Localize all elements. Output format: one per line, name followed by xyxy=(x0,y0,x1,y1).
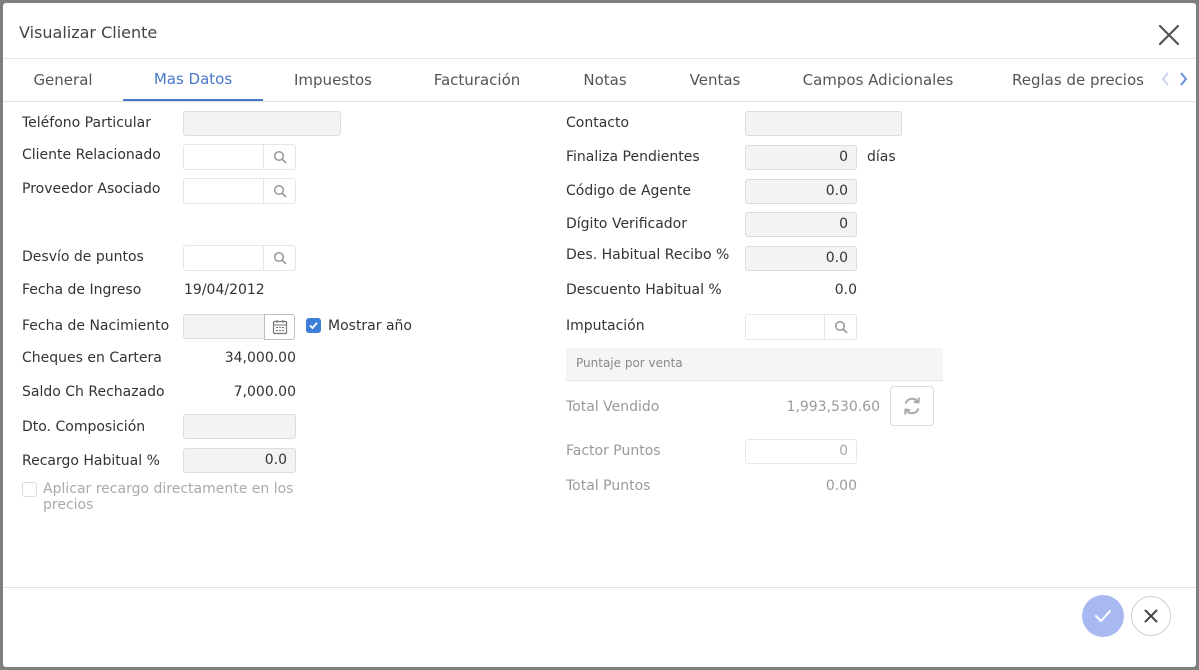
refresh-button[interactable] xyxy=(890,386,934,426)
desvio-puntos-label: Desvío de puntos xyxy=(22,249,144,265)
des-habitual-recibo-label: Des. Habitual Recibo % xyxy=(566,247,730,263)
tab-reglas-precios[interactable]: Reglas de precios xyxy=(1003,59,1153,101)
finaliza-pendientes-input[interactable]: 0 xyxy=(745,145,857,170)
puntaje-section-title: Puntaje por venta xyxy=(576,356,683,370)
digito-verificador-input[interactable]: 0 xyxy=(745,212,857,237)
cheques-cartera-label: Cheques en Cartera xyxy=(22,350,162,366)
factor-puntos-input[interactable]: 0 xyxy=(745,439,857,464)
search-icon[interactable] xyxy=(263,179,295,203)
imputacion-label: Imputación xyxy=(566,318,645,334)
mostrar-anio-label: Mostrar año xyxy=(328,318,412,334)
recargo-habitual-input[interactable]: 0.0 xyxy=(183,448,296,473)
check-icon xyxy=(1095,610,1111,623)
search-icon[interactable] xyxy=(824,315,856,339)
aplicar-recargo-label: Aplicar recargo directamente en los prec… xyxy=(43,481,294,513)
close-icon[interactable] xyxy=(1157,23,1181,47)
aplicar-recargo-checkbox[interactable] xyxy=(22,482,37,497)
imputacion-search[interactable] xyxy=(745,314,857,340)
modal-footer xyxy=(3,587,1196,667)
digito-verificador-label: Dígito Verificador xyxy=(566,216,688,232)
tab-general[interactable]: General xyxy=(19,59,107,101)
search-icon[interactable] xyxy=(263,246,295,270)
tab-impuestos[interactable]: Impuestos xyxy=(283,59,383,101)
tab-campos-adicionales[interactable]: Campos Adicionales xyxy=(793,59,963,101)
contacto-input[interactable] xyxy=(745,111,902,136)
tab-notas[interactable]: Notas xyxy=(568,59,642,101)
desvio-puntos-search[interactable] xyxy=(183,245,296,271)
descuento-habitual-value: 0.0 xyxy=(834,282,857,298)
fecha-nacimiento-input[interactable] xyxy=(183,314,265,339)
dto-composicion-label: Dto. Composición xyxy=(22,419,146,435)
factor-puntos-label: Factor Puntos xyxy=(566,443,661,459)
des-habitual-recibo-input[interactable]: 0.0 xyxy=(745,246,857,271)
confirm-button[interactable] xyxy=(1082,595,1124,637)
cliente-relacionado-label: Cliente Relacionado xyxy=(22,147,161,163)
refresh-icon xyxy=(904,397,920,415)
cliente-relacionado-search[interactable] xyxy=(183,144,296,170)
fecha-ingreso-value: 19/04/2012 xyxy=(184,282,265,298)
saldo-rechazado-label: Saldo Ch Rechazado xyxy=(22,384,165,400)
cancel-button[interactable] xyxy=(1131,596,1171,636)
tab-ventas[interactable]: Ventas xyxy=(673,59,757,101)
finaliza-pendientes-label: Finaliza Pendientes xyxy=(566,149,700,165)
mostrar-anio-checkbox[interactable] xyxy=(306,318,321,333)
tab-bar: General Mas Datos Impuestos Facturación … xyxy=(3,59,1196,102)
close-icon xyxy=(1144,609,1158,623)
fecha-nacimiento-label: Fecha de Nacimiento xyxy=(22,318,170,334)
descuento-habitual-label: Descuento Habitual % xyxy=(566,282,722,298)
modal-header: Visualizar Cliente xyxy=(3,3,1196,59)
proveedor-asociado-label: Proveedor Asociado xyxy=(22,181,161,197)
codigo-agente-input[interactable]: 0.0 xyxy=(745,179,857,204)
saldo-rechazado-value: 7,000.00 xyxy=(233,384,296,400)
total-vendido-label: Total Vendido xyxy=(566,399,660,415)
recargo-habitual-label: Recargo Habitual % xyxy=(22,453,160,469)
fecha-ingreso-label: Fecha de Ingreso xyxy=(22,282,142,298)
cheques-cartera-value: 34,000.00 xyxy=(224,350,296,366)
puntaje-section-header: Puntaje por venta xyxy=(566,348,943,381)
telefono-particular-label: Teléfono Particular xyxy=(22,115,151,131)
search-icon[interactable] xyxy=(263,145,295,169)
client-modal: Visualizar Cliente General Mas Datos Imp… xyxy=(3,3,1196,667)
telefono-particular-input[interactable] xyxy=(183,111,341,136)
dto-composicion-input[interactable] xyxy=(183,414,296,439)
modal-title: Visualizar Cliente xyxy=(19,23,158,42)
tab-mas-datos[interactable]: Mas Datos xyxy=(123,59,263,101)
total-puntos-value: 0.00 xyxy=(825,478,857,494)
codigo-agente-label: Código de Agente xyxy=(566,183,692,199)
total-puntos-label: Total Puntos xyxy=(566,478,651,494)
chevron-left-icon[interactable] xyxy=(1159,71,1173,87)
proveedor-asociado-search[interactable] xyxy=(183,178,296,204)
tab-facturacion[interactable]: Facturación xyxy=(421,59,533,101)
calendar-icon[interactable] xyxy=(264,314,295,340)
chevron-right-icon[interactable] xyxy=(1176,71,1190,87)
total-vendido-value: 1,993,530.60 xyxy=(786,399,880,415)
contacto-label: Contacto xyxy=(566,115,630,131)
finaliza-pendientes-unit: días xyxy=(867,149,896,165)
